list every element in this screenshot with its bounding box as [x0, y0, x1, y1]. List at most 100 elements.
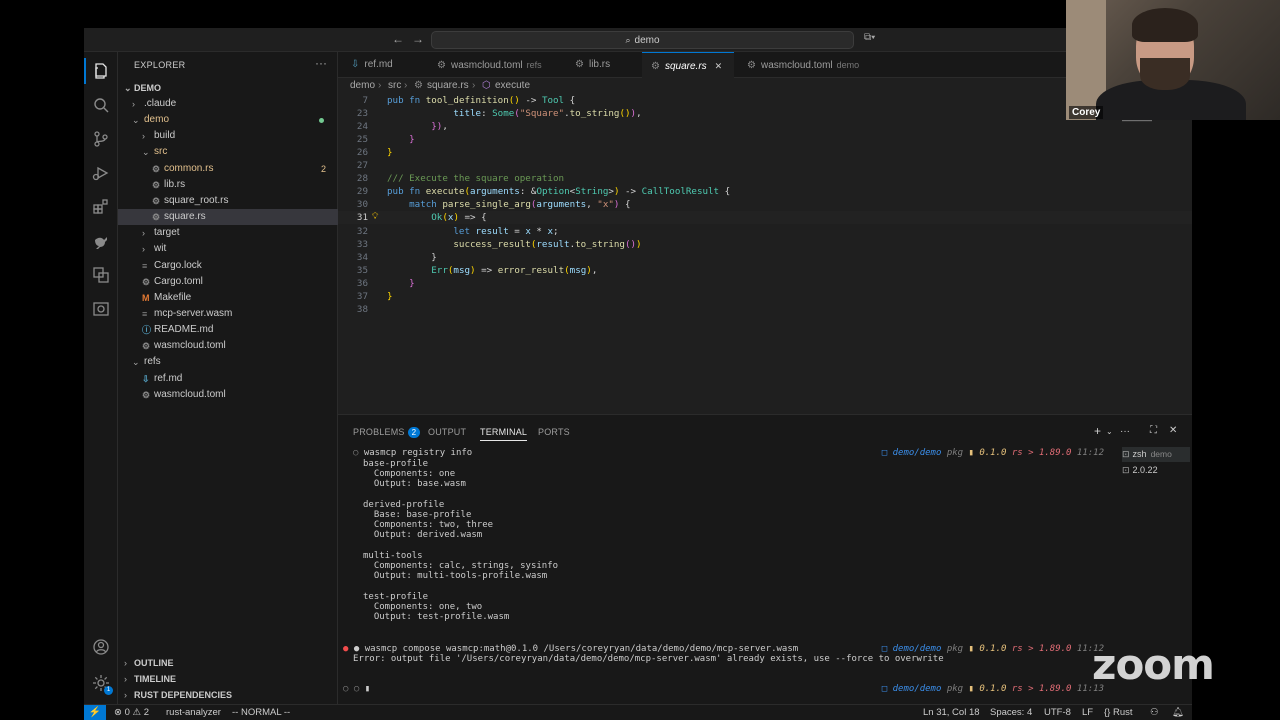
tree-item-label: common.rs	[164, 162, 214, 174]
workspace-root[interactable]: ⌄ DEMO	[118, 80, 338, 96]
breadcrumb-item[interactable]: execute	[495, 78, 530, 94]
terminal-command: wasmcp compose wasmcp:math@0.1.0 /Users/…	[364, 644, 799, 654]
folder-item[interactable]: › .claude	[118, 96, 338, 112]
containers-icon[interactable]	[92, 300, 110, 318]
more-actions-icon[interactable]: ···	[1120, 426, 1130, 437]
bottom-panel: PROBLEMS 2 OUTPUT TERMINAL PORTS + ⌄ ··· …	[338, 414, 1192, 704]
tab-output[interactable]: OUTPUT	[428, 427, 466, 437]
code-editor[interactable]: 7 pub fn tool_definition() -> Tool {23 ti…	[338, 94, 1192, 414]
explorer-icon[interactable]	[84, 58, 110, 84]
tab-wasmcloud-toml[interactable]: ⚙ wasmcloud.toml refs	[428, 52, 562, 78]
more-actions-icon[interactable]: ···	[315, 56, 327, 70]
timeline-section[interactable]: › TIMELINE	[118, 671, 338, 687]
indentation[interactable]: Spaces: 4	[990, 705, 1032, 720]
copilot-status-icon[interactable]: ⚇	[1150, 705, 1159, 720]
tab-problems[interactable]: PROBLEMS 2	[353, 427, 421, 438]
source-control-icon[interactable]	[92, 130, 110, 148]
rust-dependencies-section[interactable]: › RUST DEPENDENCIES	[118, 687, 338, 703]
code-token: Option	[536, 186, 570, 198]
tab-terminal[interactable]: TERMINAL	[480, 427, 528, 441]
code-token: "x"	[597, 199, 614, 211]
run-debug-icon[interactable]	[92, 164, 110, 182]
breadcrumb-item[interactable]: src	[388, 78, 401, 94]
prompt-info: □ demo/demo pkg ▮ 0.1.0 rs > 1.89.0 11:1…	[882, 644, 1104, 654]
language-mode[interactable]: {} Rust	[1104, 705, 1133, 720]
problem-count-badge: 2	[320, 163, 326, 174]
terminal-output-text: Components: one, two	[363, 602, 483, 612]
tree-item-label: wasmcloud.toml	[154, 388, 226, 400]
kangaroo-icon[interactable]	[92, 232, 110, 250]
code-text: }	[387, 251, 437, 264]
folder-item[interactable]: › build	[118, 128, 338, 144]
file-item[interactable]: ≡ mcp-server.wasm	[118, 306, 338, 322]
file-item[interactable]: ⚙ lib.rs	[118, 177, 338, 193]
tab-ref-md[interactable]: ⇩ ref.md	[342, 52, 424, 78]
notifications-bell-icon[interactable]: 🔔︎	[1172, 705, 1184, 720]
back-arrow-icon[interactable]: ←	[392, 32, 404, 46]
breadcrumb-item[interactable]: square.rs	[427, 78, 469, 94]
terminal-item-claude[interactable]: ⊡ 2.0.22	[1122, 463, 1190, 478]
webcam-video	[1066, 0, 1280, 120]
tab-square-rs[interactable]: ⚙ square.rs ✕	[642, 52, 734, 78]
terminal-item-zsh[interactable]: ⊡ zsh demo	[1122, 447, 1190, 462]
tab-wasmcloud-toml[interactable]: ⚙ wasmcloud.toml demo	[738, 52, 868, 78]
close-tab-icon[interactable]: ✕	[715, 61, 723, 71]
account-icon[interactable]	[92, 638, 110, 656]
maximize-panel-icon[interactable]: ⛶	[1150, 425, 1157, 436]
tab-ports[interactable]: PORTS	[538, 427, 570, 437]
lightbulb-icon[interactable]: 💡︎	[372, 211, 378, 224]
new-terminal-icon[interactable]: +	[1094, 424, 1101, 438]
tab-lib-rs[interactable]: ⚙ lib.rs	[566, 52, 638, 78]
close-panel-icon[interactable]: ✕	[1169, 425, 1177, 436]
extensions-icon[interactable]	[92, 198, 110, 216]
file-item[interactable]: ⚙ Cargo.toml	[118, 274, 338, 290]
file-item[interactable]: ⚙ square_root.rs	[118, 193, 338, 209]
folder-item[interactable]: ⌄ refs	[118, 354, 338, 370]
file-item[interactable]: ⚙ wasmcloud.toml	[118, 387, 338, 403]
file-item[interactable]: ⓘ README.md	[118, 322, 338, 338]
encoding[interactable]: UTF-8	[1044, 705, 1071, 720]
file-item[interactable]: ⚙ wasmcloud.toml	[118, 338, 338, 354]
error-icon: ⊗	[114, 707, 125, 718]
file-item[interactable]: ⚙ common.rs 2	[118, 161, 338, 177]
file-item[interactable]: ⇩ ref.md	[118, 371, 338, 387]
terminal-error: Error: output file '/Users/coreyryan/dat…	[353, 654, 944, 664]
remote-explorer-icon[interactable]	[92, 266, 110, 284]
tab-label: wasmcloud.toml	[760, 60, 833, 71]
file-item[interactable]: ≡ Cargo.lock	[118, 258, 338, 274]
folder-item[interactable]: › wit	[118, 241, 338, 257]
copilot-icon[interactable]: ⧉▾	[864, 32, 875, 43]
command-center-search[interactable]: ⌕ demo	[431, 31, 854, 49]
outline-section[interactable]: › OUTLINE	[118, 655, 338, 671]
terminal-output-text: derived-profile	[363, 499, 445, 510]
chevron-down-icon[interactable]: ⌄	[1106, 427, 1113, 436]
minimap[interactable]	[1112, 94, 1192, 414]
file-item[interactable]: M Makefile	[118, 290, 338, 306]
breadcrumb-item[interactable]: demo	[350, 78, 375, 94]
problems-status[interactable]: ⊗ 0 ⚠ 2	[114, 705, 149, 720]
terminal-output-text: test-profile	[363, 591, 429, 602]
end-of-line[interactable]: LF	[1082, 705, 1093, 720]
code-text: title: Some("Square".to_string()),	[387, 107, 641, 120]
folder-item[interactable]: › target	[118, 225, 338, 241]
remote-indicator-icon[interactable]: ⚡	[84, 705, 106, 720]
search-icon[interactable]	[92, 96, 110, 114]
folder-item[interactable]: ⌄ demo	[118, 112, 338, 128]
cursor-position[interactable]: Ln 31, Col 18	[923, 705, 980, 720]
rust-analyzer-status[interactable]: rust-analyzer	[166, 705, 221, 720]
line-number: 25	[356, 134, 368, 146]
terminal-line: Output: derived.wasm	[363, 530, 482, 540]
zoom-watermark: zoom	[1092, 640, 1215, 689]
code-text: }	[387, 146, 393, 159]
settings-gear-icon[interactable]: 1	[92, 674, 113, 695]
chevron-down-icon: ⌄	[124, 83, 132, 93]
gear-icon: ⚙	[152, 195, 161, 206]
line-number: 7	[362, 95, 368, 106]
file-item[interactable]: ⚙ square.rs	[118, 209, 338, 226]
line-number: 30	[356, 199, 368, 211]
chevron-right-icon: ›	[132, 99, 135, 109]
forward-arrow-icon[interactable]: →	[412, 32, 424, 46]
line-number: 27	[356, 160, 368, 172]
code-token: let	[453, 225, 476, 237]
folder-item[interactable]: ⌄ src	[118, 144, 338, 160]
